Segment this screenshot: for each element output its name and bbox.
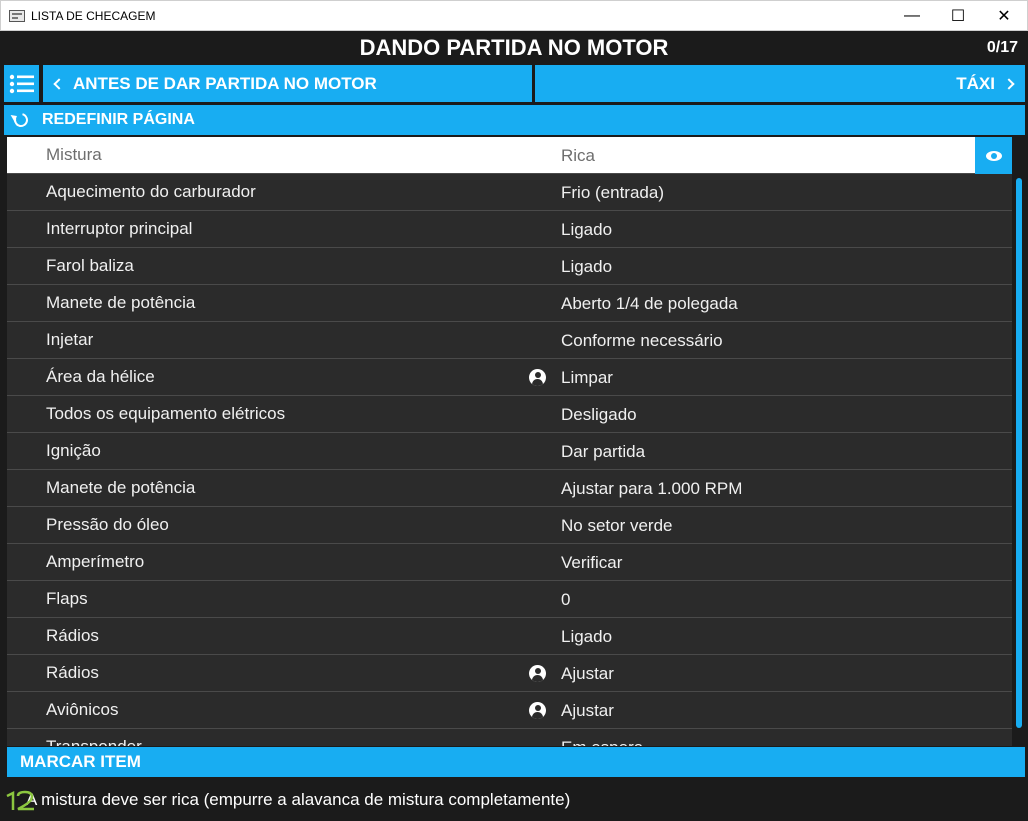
item-note: A mistura deve ser rica (empurre a alava…: [1, 777, 1027, 820]
checklist-row[interactable]: Farol baliza Ligado: [7, 248, 1012, 285]
checklist-item-label: Manete de potência: [46, 478, 196, 497]
checklist-row[interactable]: Injetar Conforme necessário: [7, 322, 1012, 359]
checklist-item-label: Farol baliza: [46, 256, 134, 275]
chevron-left-icon: [53, 77, 65, 90]
checklist-item-label: Aquecimento do carburador: [46, 182, 256, 201]
checklist-row[interactable]: Manete de potência Aberto 1/4 de polegada: [7, 285, 1012, 322]
checklist-row[interactable]: Rádios Ligado: [7, 618, 1012, 655]
menu-button[interactable]: [4, 65, 39, 102]
person-icon: [529, 369, 546, 386]
app-icon: [9, 9, 25, 22]
reset-icon: [11, 110, 31, 130]
checklist-item-value: Dar partida: [561, 442, 646, 461]
checklist: Mistura Rica Aquecimento do carburador Frio…: [7, 137, 1012, 746]
next-page-label: TÁXI: [956, 73, 995, 93]
checklist-item-label: Injetar: [46, 330, 94, 349]
checklist-item-value: Frio (entrada): [561, 183, 664, 202]
checklist-app: DANDO PARTIDA NO MOTOR 0/17 ANTES DE DAR…: [1, 31, 1027, 820]
scrollbar[interactable]: [1016, 178, 1022, 728]
reset-page-label: REDEFINIR PÁGINA: [42, 111, 195, 128]
maximize-button[interactable]: ☐: [935, 0, 981, 31]
minimize-button[interactable]: —: [889, 0, 935, 31]
eye-icon: [985, 150, 1002, 161]
progress-counter: 0/17: [986, 39, 1018, 56]
person-icon: [529, 702, 546, 719]
checklist-row[interactable]: Ignição Dar partida: [7, 433, 1012, 470]
previous-page-button[interactable]: ANTES DE DAR PARTIDA NO MOTOR: [43, 65, 532, 102]
view-note-button[interactable]: [975, 137, 1012, 174]
checklist-item-value: Ligado: [561, 220, 613, 239]
checklist-item-label: Manete de potência: [46, 293, 196, 312]
checklist-item-value: Conforme necessário: [561, 331, 723, 350]
checklist-row[interactable]: Flaps 0: [7, 581, 1012, 618]
navigation-bar: ANTES DE DAR PARTIDA NO MOTOR TÁXI: [4, 65, 1025, 102]
checklist-item-label: Aviônicos: [46, 700, 119, 719]
checklist-row[interactable]: Interruptor principal Ligado: [7, 211, 1012, 248]
checklist-item-label: Interruptor principal: [46, 219, 193, 238]
checklist-item-label: Pressão do óleo: [46, 515, 169, 534]
chevron-right-icon: [1003, 77, 1015, 90]
checklist-item-value: Rica: [561, 146, 596, 165]
checklist-item-label: Rádios: [46, 626, 99, 645]
checklist-item-value: 0: [561, 590, 571, 609]
previous-page-label: ANTES DE DAR PARTIDA NO MOTOR: [73, 73, 377, 93]
checklist-row[interactable]: Aviônicos Ajustar: [7, 692, 1012, 729]
close-button[interactable]: ✕: [981, 0, 1027, 31]
checklist-item-value: Em espera: [561, 738, 643, 746]
checklist-item-label: Ignição: [46, 441, 101, 460]
checklist-row[interactable]: Rádios Ajustar: [7, 655, 1012, 692]
checklist-row[interactable]: Todos os equipamento elétricos Desligado: [7, 396, 1012, 433]
checklist-item-label: Todos os equipamento elétricos: [46, 404, 286, 423]
mark-item-label: MARCAR ITEM: [20, 752, 141, 771]
checklist-item-label: Amperímetro: [46, 552, 145, 571]
checklist-row[interactable]: Manete de potência Ajustar para 1.000 RPM: [7, 470, 1012, 507]
window-title: LISTA DE CHECAGEM: [31, 8, 156, 23]
checklist-item-label: Flaps: [46, 589, 88, 608]
window-controls: — ☐ ✕: [889, 0, 1027, 31]
checklist-item-value: Desligado: [561, 405, 637, 424]
next-page-button[interactable]: TÁXI: [535, 65, 1025, 102]
checklist-item-value: Ajustar para 1.000 RPM: [561, 479, 743, 498]
checklist-item-label: Área da hélice: [46, 367, 155, 386]
mark-item-button[interactable]: MARCAR ITEM: [7, 747, 1025, 777]
checklist-item-value: Ajustar: [561, 664, 614, 683]
checklist-row[interactable]: Pressão do óleo No setor verde: [7, 507, 1012, 544]
checklist-row[interactable]: Amperímetro Verificar: [7, 544, 1012, 581]
checklist-row[interactable]: Transponder Em espera: [7, 729, 1012, 746]
checklist-item-label: Rádios: [46, 663, 99, 682]
checklist-row[interactable]: Área da hélice Limpar: [7, 359, 1012, 396]
checklist-item-value: Aberto 1/4 de polegada: [561, 294, 738, 313]
checklist-item-value: Ligado: [561, 627, 613, 646]
person-icon: [529, 665, 546, 682]
checklist-row[interactable]: Aquecimento do carburador Frio (entrada): [7, 174, 1012, 211]
reset-page-button[interactable]: REDEFINIR PÁGINA: [4, 105, 1025, 135]
note-text: A mistura deve ser rica (empurre a alava…: [26, 790, 571, 809]
checklist-item-value: Verificar: [561, 553, 623, 572]
checklist-item-value: Limpar: [561, 368, 613, 387]
checklist-item-label: Mistura: [46, 145, 102, 164]
checklist-item-value: Ligado: [561, 257, 613, 276]
checklist-item-value: Ajustar: [561, 701, 614, 720]
list-icon: [9, 74, 34, 93]
window-titlebar: LISTA DE CHECAGEM — ☐ ✕: [0, 0, 1028, 31]
page-title: DANDO PARTIDA NO MOTOR: [359, 35, 669, 60]
page-header: DANDO PARTIDA NO MOTOR 0/17: [1, 31, 1027, 65]
logo-icon: [6, 790, 34, 811]
checklist-item-value: No setor verde: [561, 516, 673, 535]
checklist-row[interactable]: Mistura Rica: [7, 137, 1012, 174]
checklist-item-label: Transponder: [46, 737, 142, 746]
